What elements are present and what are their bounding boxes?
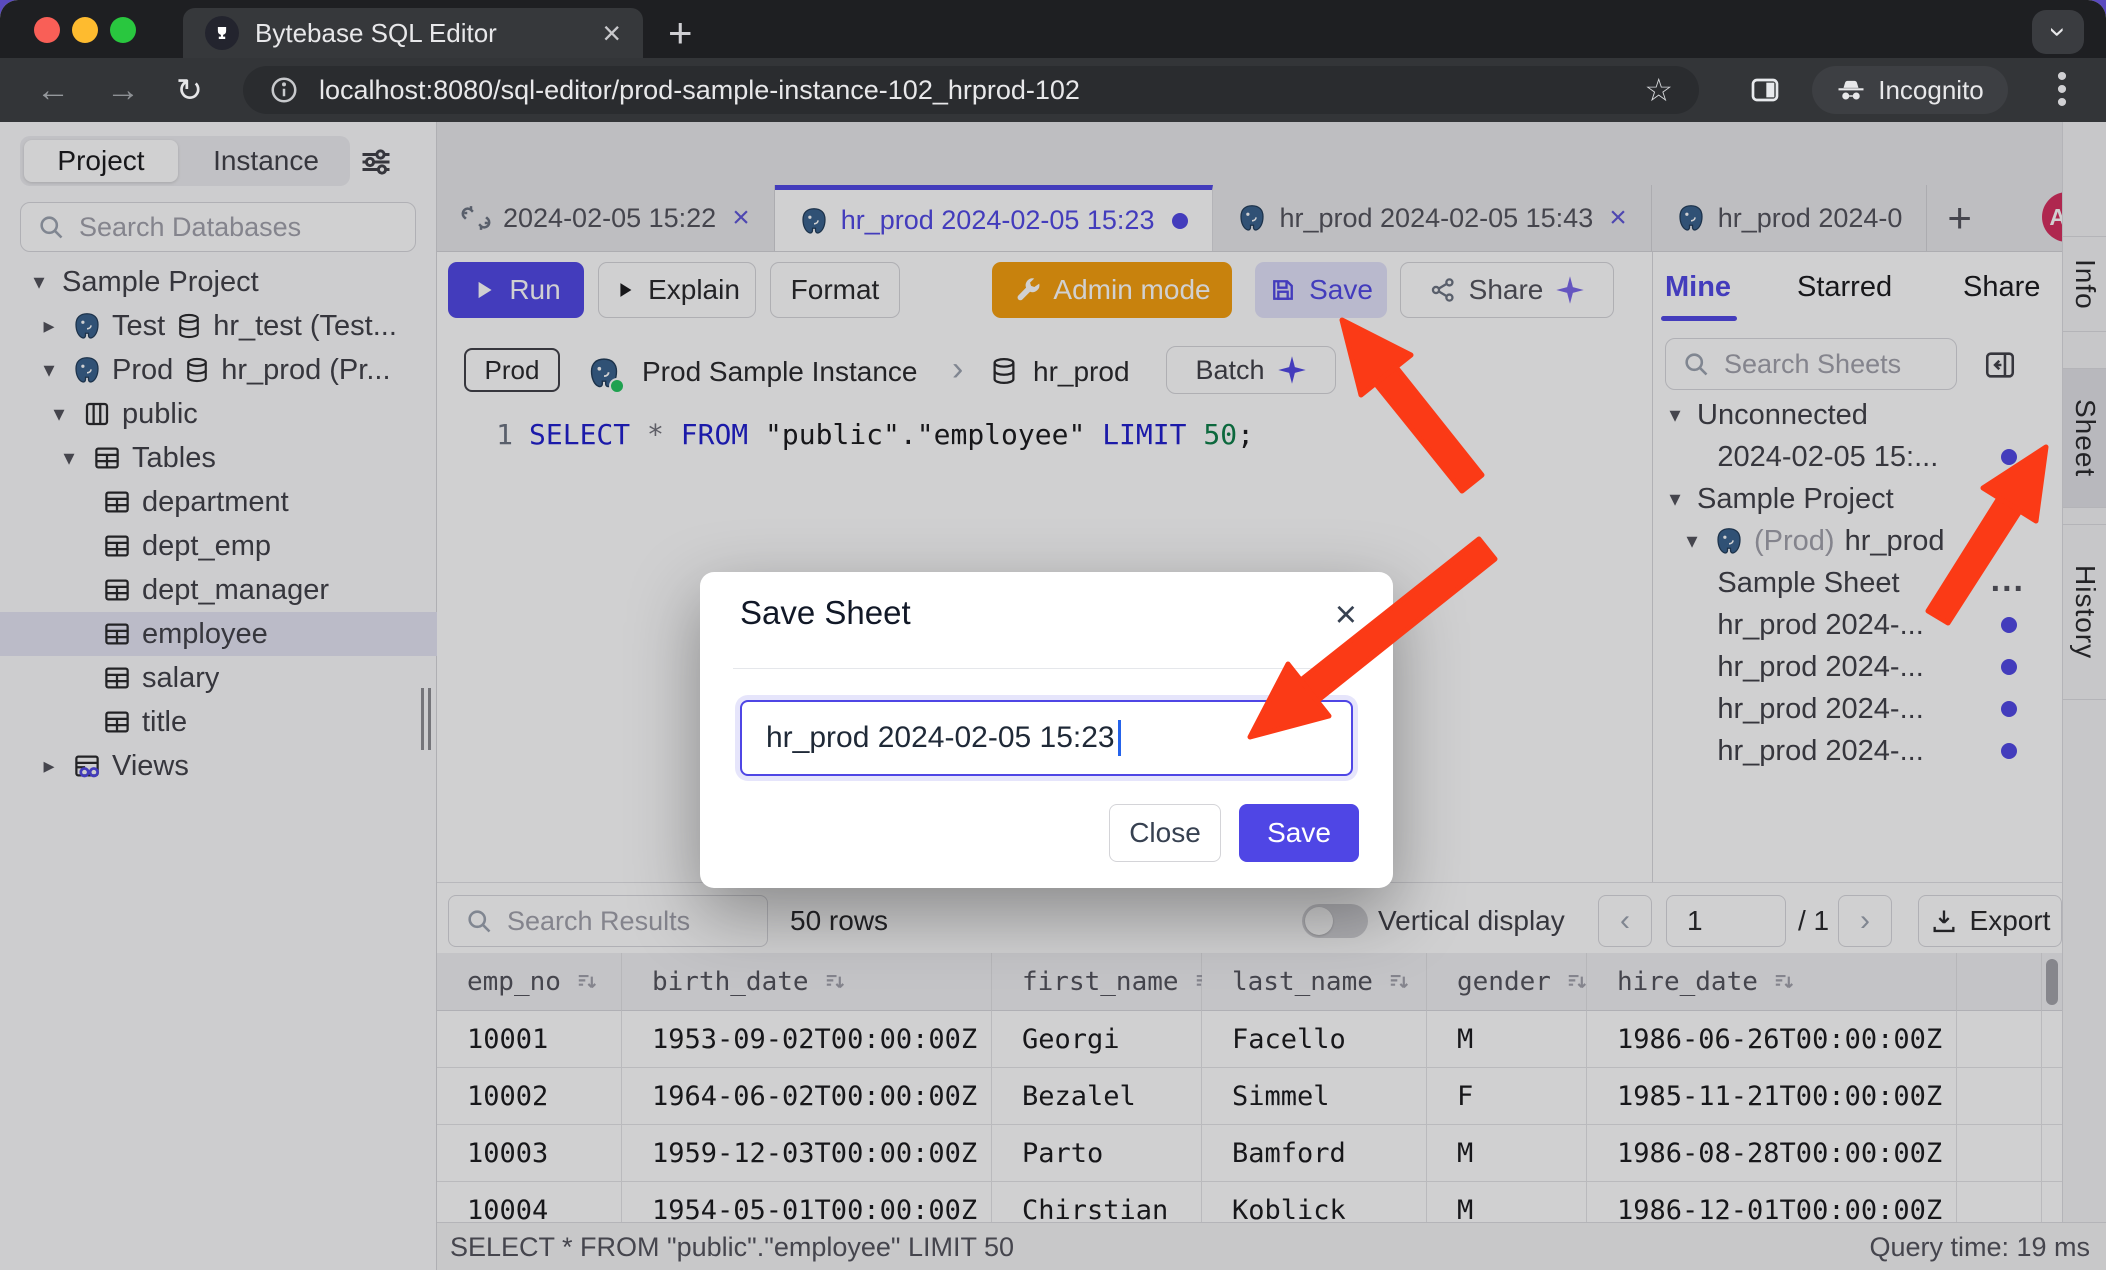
incognito-icon — [1836, 75, 1866, 105]
site-info-icon[interactable] — [269, 75, 299, 105]
dialog-close-button[interactable]: Close — [1109, 804, 1221, 862]
tab-search-chevron-button[interactable]: › — [2032, 10, 2084, 54]
reload-button[interactable]: ↻ — [176, 58, 203, 122]
forward-button[interactable]: → — [106, 58, 140, 122]
url-text: localhost:8080/sql-editor/prod-sample-in… — [319, 75, 1644, 106]
window-minimize-button[interactable] — [72, 17, 98, 43]
window-close-button[interactable] — [34, 17, 60, 43]
browser-tabstrip: Bytebase SQL Editor × + › — [0, 0, 2106, 58]
url-bar[interactable]: localhost:8080/sql-editor/prod-sample-in… — [243, 66, 1699, 114]
browser-tab-title: Bytebase SQL Editor — [255, 18, 602, 49]
bookmark-star-icon[interactable]: ☆ — [1644, 71, 1673, 109]
browser-tab[interactable]: Bytebase SQL Editor × — [183, 8, 643, 58]
dialog-title: Save Sheet — [740, 594, 911, 632]
browser-window: Bytebase SQL Editor × + › ← → ↻ localhos… — [0, 0, 2106, 1270]
screen: Bytebase SQL Editor × + › ← → ↻ localhos… — [0, 0, 2106, 1270]
bytebase-app: Project Instance ▾Sample Project▸Testhr_… — [0, 122, 2106, 1270]
sheet-name-value: hr_prod 2024-02-05 15:23 — [766, 721, 1115, 755]
browser-tab-close-icon[interactable]: × — [602, 17, 621, 49]
incognito-label: Incognito — [1878, 75, 1984, 106]
window-zoom-button[interactable] — [110, 17, 136, 43]
back-button[interactable]: ← — [36, 58, 70, 122]
browser-navbar: ← → ↻ localhost:8080/sql-editor/prod-sam… — [0, 58, 2106, 122]
sheet-name-input[interactable]: hr_prod 2024-02-05 15:23 — [740, 700, 1353, 776]
divider — [733, 668, 1360, 669]
bytebase-favicon-icon — [205, 16, 239, 50]
dialog-close-icon[interactable]: × — [1335, 596, 1357, 634]
text-cursor — [1118, 720, 1121, 756]
chevron-down-icon: › — [2041, 27, 2075, 37]
browser-menu-icon[interactable]: ••• — [2052, 70, 2072, 109]
dialog-save-button[interactable]: Save — [1239, 804, 1359, 862]
side-panel-icon[interactable] — [1748, 74, 1782, 106]
incognito-badge: Incognito — [1812, 66, 2008, 114]
save-sheet-dialog: Save Sheet × hr_prod 2024-02-05 15:23 Cl… — [700, 572, 1393, 888]
new-browser-tab-button[interactable]: + — [668, 8, 693, 58]
